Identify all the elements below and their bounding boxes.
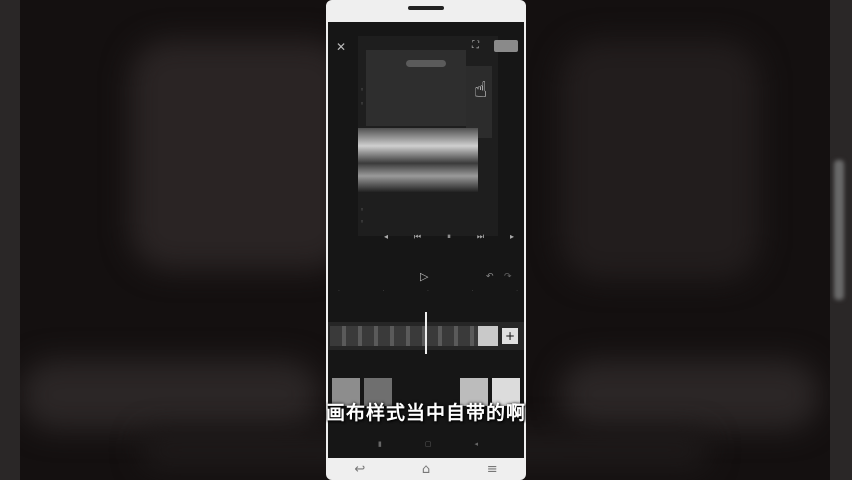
add-clip-button[interactable]: +: [502, 328, 518, 344]
pause-icon[interactable]: ⏸: [447, 232, 451, 242]
prev-frame-icon[interactable]: ◂: [384, 232, 388, 242]
video-subtitle: 画布样式当中自带的啊: [325, 402, 526, 424]
playhead[interactable]: [425, 312, 427, 354]
home-icon[interactable]: ⌂: [422, 462, 430, 477]
next-frame-icon[interactable]: ▸: [510, 232, 514, 242]
close-icon[interactable]: ✕: [336, 40, 346, 54]
skip-back-icon[interactable]: ⏮: [414, 232, 421, 242]
undo-icon[interactable]: ↶: [486, 272, 494, 282]
video-preview: ◦ ◦ ◦ ◦: [358, 36, 498, 236]
preview-image: [358, 128, 478, 192]
skip-forward-icon[interactable]: ⏭: [477, 232, 484, 242]
timeline-clip-end[interactable]: [478, 326, 498, 346]
preview-pill: [406, 60, 446, 67]
timeline-clip[interactable]: [330, 326, 480, 346]
play-icon[interactable]: ▷: [420, 270, 428, 283]
transport-controls: ◂ ⏮ ⏸ ⏭ ▸: [384, 232, 514, 242]
editor-screen: ◦ ◦ ◦ ◦ ✕ ⛶ ☝ ◂ ⏮ ⏸ ⏭ ▸ ▷ ↶ ↷ · · · · · +: [328, 22, 524, 458]
expand-icon[interactable]: ⛶: [472, 40, 479, 51]
redo-icon[interactable]: ↷: [504, 272, 512, 282]
menu-icon[interactable]: ≡: [487, 462, 498, 477]
timeline-ruler: · · · · ·: [338, 288, 518, 295]
phone-speaker: [408, 6, 444, 10]
back-icon[interactable]: ↩: [354, 462, 365, 477]
device-nav-bar: ↩ ⌂ ≡: [326, 458, 526, 480]
screen-nav-bar: ▮ ▢ ◂: [378, 440, 478, 448]
hand-pointer-icon: ☝: [474, 78, 488, 103]
export-button[interactable]: [494, 40, 518, 52]
